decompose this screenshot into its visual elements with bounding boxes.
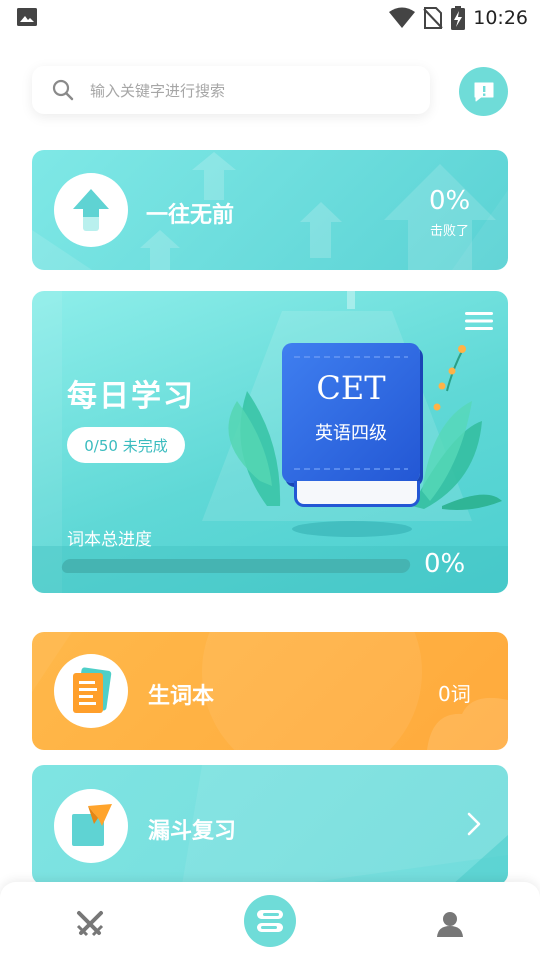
rank-title: 一往无前 xyxy=(146,203,235,228)
daily-study-card[interactable]: 每日学习 0/50 未完成 CET 英语四级 词本总进度 0% xyxy=(32,291,508,593)
funnel-title: 漏斗复习 xyxy=(148,819,237,844)
battery-charging-icon xyxy=(451,6,466,30)
cet-book-illustration: CET 英语四级 xyxy=(282,343,422,515)
progress-label: 词本总进度 xyxy=(67,530,152,550)
menu-icon[interactable] xyxy=(465,311,493,331)
rank-beaten-label: 击败了 xyxy=(430,224,470,239)
vocab-book-card[interactable]: 生词本 0词 xyxy=(32,632,508,750)
up-arrow-badge xyxy=(54,173,128,247)
book-pages xyxy=(294,481,420,507)
book-title: CET xyxy=(316,369,386,407)
chevron-right-icon[interactable] xyxy=(466,811,482,837)
notice-button[interactable] xyxy=(459,67,508,116)
nav-study-tab[interactable] xyxy=(244,895,296,947)
up-arrow-icon xyxy=(73,189,109,231)
wifi-icon xyxy=(389,7,416,28)
swords-icon xyxy=(76,911,104,937)
app-screen: 10:26 输入关键字进行搜索 一往无前 0% 击败了 每日学习 0/50 未完… xyxy=(0,0,540,960)
paper-plane-icon xyxy=(72,804,112,846)
search-bar[interactable]: 输入关键字进行搜索 xyxy=(32,66,430,114)
book-stack-icon xyxy=(257,910,283,932)
progress-bar xyxy=(60,559,412,573)
progress-percent: 0% xyxy=(424,549,466,579)
profile-icon xyxy=(437,912,463,937)
image-notification-icon xyxy=(17,8,37,26)
book-cover: CET 英语四级 xyxy=(282,343,420,483)
book-subtitle: 英语四级 xyxy=(315,423,387,444)
funnel-badge xyxy=(54,789,128,863)
no-sim-icon xyxy=(423,7,443,29)
book-cover-lines xyxy=(294,356,408,470)
nav-battle-tab[interactable] xyxy=(64,898,116,950)
nav-profile-tab[interactable] xyxy=(424,898,476,950)
clock: 10:26 xyxy=(473,7,528,29)
bottom-nav xyxy=(0,882,540,960)
alert-message-icon xyxy=(474,82,493,101)
vocab-title: 生词本 xyxy=(148,684,215,709)
search-placeholder[interactable]: 输入关键字进行搜索 xyxy=(90,80,225,101)
vocab-count: 0词 xyxy=(438,682,471,706)
daily-status-pill: 0/50 未完成 xyxy=(67,427,185,463)
rank-percent: 0% xyxy=(429,186,471,216)
daily-title: 每日学习 xyxy=(67,379,195,414)
search-icon xyxy=(52,79,74,101)
notebook-badge xyxy=(54,654,128,728)
notebook-icon xyxy=(73,667,112,713)
rank-card[interactable]: 一往无前 0% 击败了 xyxy=(32,150,508,270)
funnel-review-card[interactable]: 漏斗复习 xyxy=(32,765,508,885)
status-icons: 10:26 xyxy=(389,5,528,31)
status-bar: 10:26 xyxy=(0,0,540,38)
